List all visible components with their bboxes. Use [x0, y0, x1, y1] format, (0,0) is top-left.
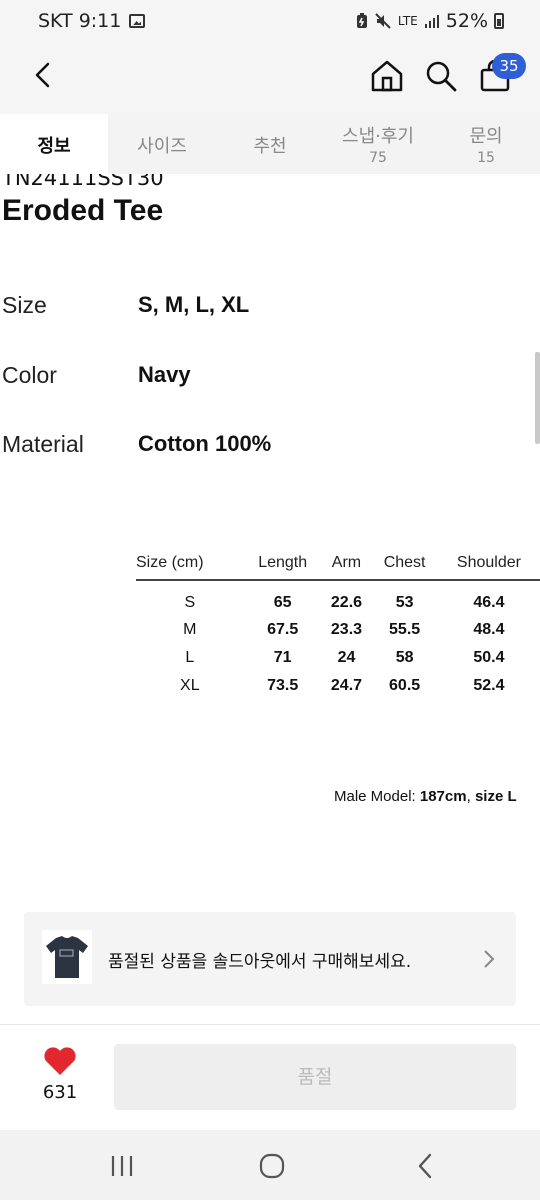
table-cell: 53 [395, 593, 414, 611]
header-cell: Length [243, 546, 322, 581]
table-cell: 73.5 [267, 677, 299, 694]
spec-row-color: Color Navy [2, 362, 522, 398]
search-icon[interactable] [423, 58, 459, 94]
recent-apps-icon[interactable] [106, 1150, 138, 1182]
spec-value: S, M, L, XL [138, 292, 250, 317]
sku-clip: TN24111SST30 [0, 174, 540, 186]
scrollbar-thumb[interactable] [535, 352, 540, 444]
table-cell: S [184, 593, 196, 611]
size-table-header: Size (cm) Length Arm Chest Shoulder [136, 546, 540, 581]
spec-row-size: Size S, M, L, XL [2, 292, 522, 328]
tab-label: 정보 [37, 136, 71, 157]
table-cell: 65 [273, 593, 292, 611]
home-icon[interactable] [369, 58, 405, 94]
product-sku: TN24111SST30 [2, 174, 164, 186]
table-row: XL 73.5 24.7 60.5 52.4 [136, 672, 540, 700]
network-type: LTE [397, 14, 418, 28]
table-row: S 65 22.6 53 46.4 [136, 580, 540, 616]
status-carrier-time: SKT 9:11 [38, 10, 122, 32]
model-note-prefix: Male Model: [334, 788, 420, 805]
header-cell: Chest [371, 546, 438, 581]
tab-recommend[interactable]: 추천 [216, 114, 324, 174]
tab-label: 문의 [469, 126, 503, 147]
spec-label: Size [2, 292, 47, 318]
table-cell: 71 [273, 649, 292, 666]
tab-snap-review[interactable]: 스냅·후기 75 [324, 114, 432, 174]
table-cell: L [185, 649, 195, 666]
table-cell: M [183, 621, 197, 638]
product-name: Eroded Tee [2, 194, 164, 227]
model-note-sep: , [466, 788, 475, 805]
product-thumbnail [42, 930, 92, 984]
soldout-button[interactable]: 품절 [114, 1044, 516, 1110]
model-size: size L [474, 788, 517, 805]
battery-icon [494, 13, 504, 29]
spec-value: Cotton 100% [138, 431, 272, 456]
status-bar: SKT 9:11 LTE 52% [0, 0, 540, 44]
table-cell: 24 [337, 649, 356, 666]
battery-saver-icon [356, 13, 367, 28]
spec-label: Material [2, 431, 84, 457]
table-cell: 46.4 [473, 593, 505, 611]
table-cell: 58 [395, 649, 414, 666]
model-height: 187cm [419, 788, 467, 805]
soldout-market-banner[interactable]: 품절된 상품을 솔드아웃에서 구매해보세요. [24, 912, 516, 1006]
tab-label: 사이즈 [137, 136, 187, 157]
like-count: 631 [42, 1082, 78, 1103]
table-row: M 67.5 23.3 55.5 48.4 [136, 616, 540, 644]
table-row: L 71 24 58 50.4 [136, 644, 540, 672]
header-cell: Arm [321, 546, 372, 581]
header-cell: Shoulder [437, 546, 540, 581]
header-cell: Size (cm) [136, 546, 244, 581]
signal-icon [424, 15, 439, 28]
status-right: LTE 52% [356, 10, 504, 32]
table-cell: 50.4 [473, 649, 505, 666]
status-left: SKT 9:11 [38, 10, 146, 32]
table-cell: 52.4 [473, 677, 505, 694]
banner-text: 품절된 상품을 솔드아웃에서 구매해보세요. [108, 952, 412, 972]
size-table: Size (cm) Length Arm Chest Shoulder S 65… [136, 546, 540, 700]
home-circle-icon[interactable] [256, 1150, 288, 1182]
divider [0, 1024, 540, 1025]
battery-percent: 52% [445, 10, 488, 32]
table-cell: XL [180, 677, 200, 694]
heart-icon [44, 1047, 76, 1075]
table-cell: 48.4 [473, 621, 505, 638]
tab-info[interactable]: 정보 [0, 114, 108, 174]
table-cell: 23.3 [330, 621, 363, 638]
table-cell: 24.7 [330, 677, 363, 694]
spec-value: Navy [138, 362, 191, 387]
table-cell: 22.6 [330, 593, 363, 611]
model-note: Male Model: 187cm, size L [334, 788, 517, 805]
tab-count: 75 [369, 150, 387, 166]
back-chevron-icon[interactable] [410, 1150, 442, 1182]
tab-label: 스냅·후기 [342, 126, 414, 147]
spec-label: Color [2, 362, 57, 388]
tab-count: 15 [477, 150, 495, 166]
table-cell: 55.5 [389, 621, 421, 638]
back-arrow-icon[interactable] [26, 58, 60, 92]
gallery-notification-icon [129, 14, 146, 28]
tab-size[interactable]: 사이즈 [108, 114, 216, 174]
table-cell: 60.5 [389, 677, 421, 694]
tab-inquiry[interactable]: 문의 15 [432, 114, 540, 174]
tab-label: 추천 [253, 136, 287, 157]
table-cell: 67.5 [267, 621, 299, 638]
spec-row-material: Material Cotton 100% [2, 431, 522, 467]
app-header [0, 44, 540, 114]
system-nav-bar [0, 1130, 540, 1200]
product-tabs: 정보 사이즈 추천 스냅·후기 75 문의 15 [0, 114, 540, 174]
mute-icon [375, 13, 391, 29]
cart-count-badge: 35 [492, 53, 526, 79]
chevron-right-icon [484, 950, 495, 968]
